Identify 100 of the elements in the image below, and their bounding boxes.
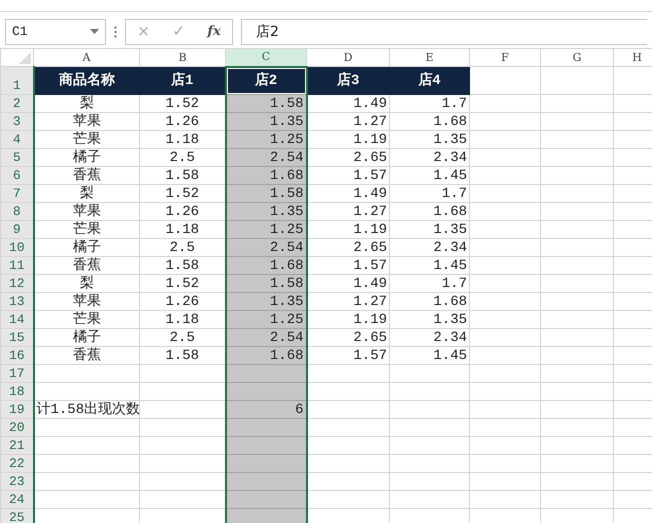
cell-value: 1.52 [165, 276, 200, 292]
row-header[interactable]: 10 [0, 238, 34, 256]
cell-value: 6 [295, 402, 304, 418]
cell-value: 1.26 [165, 204, 200, 220]
cell-value: 1.52 [165, 96, 200, 112]
cell-value: 1.25 [270, 132, 304, 148]
column-header[interactable]: H [614, 48, 652, 66]
cell-value: 1.18 [165, 222, 200, 238]
cell-value: 1.68 [433, 294, 467, 310]
cell-value: 苹果 [72, 294, 101, 310]
cell-value: 1.57 [353, 348, 387, 364]
cell-value: 2.5 [170, 240, 195, 256]
column-title: 店1 [171, 72, 194, 88]
row-header[interactable]: 19 [0, 400, 34, 418]
cell-value: 1.58 [270, 96, 304, 112]
cell-value: 梨 [80, 96, 94, 112]
cell-value: 1.7 [442, 276, 467, 292]
cell-value: 2.65 [353, 330, 387, 346]
column-header[interactable]: F [470, 48, 540, 66]
cell-value: 1.18 [165, 132, 200, 148]
column-header[interactable]: B [140, 48, 226, 66]
cell-value: 1.25 [270, 222, 304, 238]
cell-value: 1.45 [433, 258, 467, 274]
cell-value: 2.5 [170, 150, 195, 166]
cell-value: 橘子 [72, 240, 101, 256]
cell-value: 梨 [80, 276, 94, 292]
cell-value: 梨 [80, 186, 94, 202]
cell-value: 2.34 [433, 150, 467, 166]
column-header[interactable]: G [540, 48, 614, 66]
cell-value: 2.54 [270, 150, 304, 166]
column-title: 商品名称 [58, 72, 115, 88]
cell-value: 2.34 [433, 330, 467, 346]
cell-value: 1.35 [270, 114, 304, 130]
cell-value: 2.34 [433, 240, 467, 256]
cell-value: 1.18 [165, 312, 200, 328]
column-header[interactable]: C [226, 48, 306, 66]
row-header[interactable]: 7 [0, 184, 34, 202]
cell-value: 2.5 [170, 330, 195, 346]
cell-value: 1.26 [165, 114, 200, 130]
row-header[interactable]: 21 [0, 436, 34, 454]
cell-value: 1.58 [165, 168, 200, 184]
cell-value: 1.68 [270, 348, 304, 364]
row-header[interactable]: 23 [0, 472, 34, 490]
cell-value: 1.35 [270, 294, 304, 310]
cell-value: 1.52 [165, 186, 200, 202]
column-title: 店4 [418, 72, 441, 88]
cell-value: 1.68 [433, 114, 467, 130]
column-title: 店3 [337, 72, 360, 88]
row-header[interactable]: 17 [0, 364, 34, 382]
cell-value: 1.58 [270, 186, 304, 202]
cell-value: 2.65 [353, 150, 387, 166]
row-header[interactable]: 2 [0, 94, 34, 112]
row-header[interactable]: 6 [0, 166, 34, 184]
row-header[interactable]: 14 [0, 310, 34, 328]
cell-value: 1.19 [353, 312, 387, 328]
insert-function-button[interactable]: fx [203, 25, 225, 38]
cell-value: 香蕉 [72, 348, 101, 364]
name-box[interactable]: C1 [5, 18, 106, 44]
row-header[interactable]: 11 [0, 256, 34, 274]
cell-value: 1.19 [353, 132, 387, 148]
cell-value: 2.65 [353, 240, 387, 256]
cell-value: 1.19 [353, 222, 387, 238]
row-header[interactable]: 22 [0, 454, 34, 472]
cell-value: 1.57 [353, 168, 387, 184]
select-all-icon[interactable] [19, 52, 31, 64]
cell-value: 2.54 [270, 240, 304, 256]
row-header[interactable]: 24 [0, 490, 34, 508]
column-header[interactable]: E [390, 48, 470, 66]
column-title: 店2 [254, 72, 278, 89]
row-header[interactable]: 5 [0, 148, 34, 166]
row-header[interactable]: 3 [0, 112, 34, 130]
row-header[interactable]: 16 [0, 346, 34, 364]
formula-field[interactable]: 店2 [241, 18, 647, 44]
grip-icon [114, 26, 117, 38]
cell-value: 1.27 [353, 114, 387, 130]
cell-value: 橘子 [72, 150, 101, 166]
row-header[interactable]: 8 [0, 202, 34, 220]
cell-value: 1.25 [270, 312, 304, 328]
cell-value: 1.58 [270, 276, 304, 292]
cell-value: 芒果 [72, 132, 101, 148]
row-header[interactable]: 18 [0, 382, 34, 400]
cell-value: 1.57 [353, 258, 387, 274]
cell-value: 1.58 [165, 348, 200, 364]
cell-value: 1.45 [433, 168, 467, 184]
row-header[interactable]: 13 [0, 292, 34, 310]
column-header[interactable]: D [306, 48, 390, 66]
cell-value: 1.27 [353, 294, 387, 310]
row-header[interactable]: 12 [0, 274, 34, 292]
row-header[interactable]: 9 [0, 220, 34, 238]
cell-value: 计1.58出现次数 [36, 402, 140, 418]
row-header[interactable]: 15 [0, 328, 34, 346]
cell-value: 1.35 [433, 312, 467, 328]
row-header[interactable]: 4 [0, 130, 34, 148]
row-header[interactable]: 20 [0, 418, 34, 436]
dropdown-caret-icon [90, 29, 99, 34]
column-header[interactable]: A [34, 48, 140, 66]
cell-value: 苹果 [72, 114, 101, 130]
row-header[interactable]: 1 [0, 66, 34, 94]
row-header[interactable]: 25 [0, 508, 34, 523]
cell-value: 1.45 [433, 348, 467, 364]
